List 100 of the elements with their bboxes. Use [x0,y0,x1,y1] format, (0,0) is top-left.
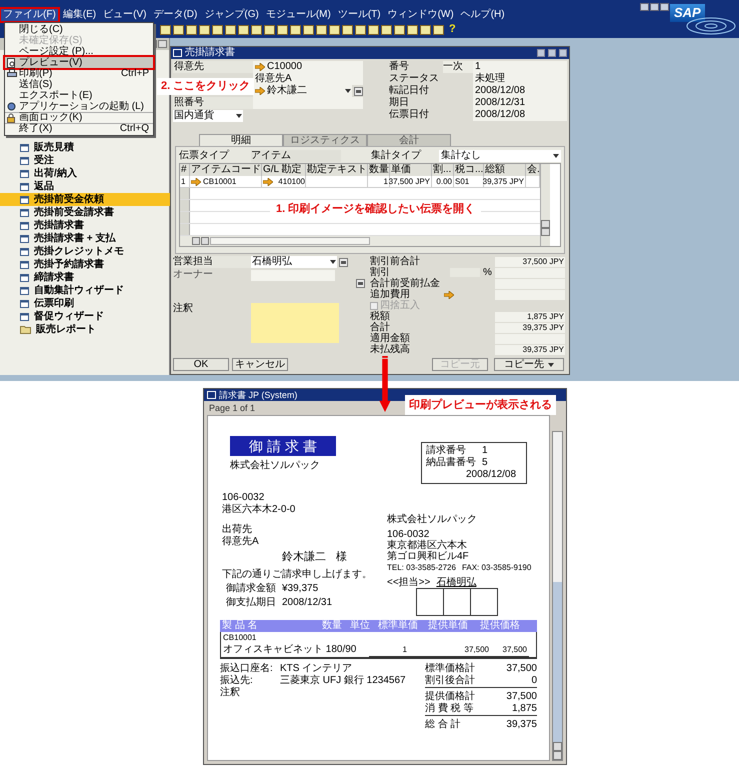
column-header[interactable]: # [180,164,190,176]
sidebar-item[interactable]: 返品 [0,180,170,193]
menu-item[interactable]: 編集(E) [60,9,98,21]
column-header[interactable]: アイテムコード [190,164,262,176]
sidebar-item[interactable]: 売掛前受金請求書 [0,206,170,219]
scroll-thumb[interactable] [210,237,370,245]
toolbar-icon[interactable] [160,24,171,34]
menu-item[interactable]: モジュール(M) [264,9,333,21]
sidebar-item[interactable]: 売掛予約請求書 [0,258,170,271]
column-header[interactable]: 総額 [484,164,526,176]
toolbar-icon[interactable] [420,24,431,34]
owner-field[interactable] [251,270,335,280]
input-field[interactable]: 鈴木謙二 [253,85,352,97]
toolbar-icon[interactable] [277,24,288,34]
toolbar-icon[interactable] [173,24,184,34]
help-button[interactable]: ? [446,24,459,35]
summary-dropdown[interactable]: 集計なし [439,150,561,162]
toolbar-icon[interactable] [199,24,210,34]
tab[interactable]: 明細 [199,134,283,146]
input-field[interactable]: 2008/12/08 [473,85,567,97]
menu-item[interactable]: ファイル(F) [1,9,58,21]
lookup-icon[interactable] [339,258,348,266]
menu-entry[interactable]: 印刷(P) Ctrl+P [5,68,153,79]
menu-item[interactable]: ヘルプ(H) [458,9,507,21]
input-field[interactable]: 2008/12/31 [473,97,567,109]
menu-item[interactable]: ウィンドウ(W) [386,9,456,21]
toolbar-icon[interactable] [394,24,405,34]
input-field[interactable]: 1 [473,61,567,73]
sidebar-item[interactable]: 売掛クレジットメモ [0,245,170,258]
toolbar-icon[interactable] [342,24,353,34]
input-field[interactable]: 未処理 [473,73,567,85]
menu-entry[interactable]: 画面ロック(K) [5,112,153,123]
scroll-thumb[interactable] [553,582,562,742]
menu-entry[interactable]: エクスポート(E) [5,90,153,101]
button[interactable]: キャンセル [232,358,288,371]
input-field[interactable]: 得意先A [253,73,363,85]
toolbar-icon[interactable] [368,24,379,34]
input-field[interactable]: 2008/12/08 [473,109,567,121]
menu-entry[interactable]: ページ設定 (P)... [5,46,153,57]
scroll-down-icon[interactable] [553,751,562,760]
toolbar-icon[interactable] [264,24,275,34]
remarks-field[interactable] [251,303,339,343]
toolbar-icon[interactable] [433,24,444,34]
more-button-icon[interactable] [356,279,365,288]
sidebar-item[interactable]: 締請求書 [0,271,170,284]
toolbar-icon[interactable] [316,24,327,34]
column-header[interactable]: 単価 [390,164,432,176]
scroll-right-icon[interactable] [201,237,209,245]
menu-item[interactable]: データ(D) [151,9,200,21]
sidebar-item[interactable]: 売掛請求書 [0,219,170,232]
tab[interactable]: ロジスティクス [283,134,367,146]
link-arrow-icon[interactable] [444,290,454,298]
column-header[interactable]: 数量 [368,164,390,176]
button[interactable]: OK [173,358,229,371]
scroll-left-icon[interactable] [192,237,200,245]
sidebar-item[interactable]: 売掛請求書 + 支払 [0,232,170,245]
menu-item[interactable]: ジャンプ(G) [202,9,261,21]
toolbar-icon[interactable] [381,24,392,34]
column-header[interactable]: 割... [432,164,454,176]
sidebar-item[interactable]: 販売見積 [0,141,170,154]
toolbar-icon[interactable] [303,24,314,34]
sidebar-item[interactable]: 出荷/納入 [0,167,170,180]
menu-item[interactable]: ビュー(V) [101,9,148,21]
column-header[interactable]: 税コ... [454,164,484,176]
toolbar-icon[interactable] [238,24,249,34]
input-field[interactable]: アイテム [251,150,341,162]
menu-entry[interactable]: アプリケーションの起動 (L) [5,101,153,112]
sidebar-item[interactable]: 受注 [0,154,170,167]
sidebar-item[interactable]: 自動集計ウィザード [0,284,170,297]
toolbar-icon[interactable] [407,24,418,34]
toolbar-icon[interactable] [355,24,366,34]
sidebar-item[interactable]: 売掛前受金依頼 [0,193,170,206]
menu-entry[interactable]: 閉じる(C) [5,24,153,35]
window-control-icon[interactable] [158,40,167,48]
tab[interactable]: 会計 [367,134,451,146]
toolbar-icon[interactable] [329,24,340,34]
sidebar-item[interactable]: 販売レポート [0,323,170,336]
series-field[interactable]: 一次 [443,61,473,73]
menu-entry[interactable]: プレビュー(V) [5,57,153,68]
scroll-up-icon[interactable] [553,742,562,751]
scroll-up-icon[interactable] [541,220,550,228]
column-header[interactable]: 勘定テキスト [306,164,368,176]
toolbar-icon[interactable] [212,24,223,34]
currency-dropdown[interactable]: 国内通貨 [173,110,243,122]
toolbar-icon[interactable] [251,24,262,34]
button[interactable]: コピー先 [494,358,564,371]
menu-entry[interactable]: 送信(S) [5,79,153,90]
menu-entry[interactable]: 終了(X) Ctrl+Q [5,123,153,134]
lookup-icon[interactable] [354,86,363,96]
vertical-scrollbar[interactable] [552,431,563,761]
sales-rep-dropdown[interactable]: 石橋明弘 [251,256,337,268]
sidebar-item[interactable]: 伝票印刷 [0,297,170,310]
sidebar-item[interactable]: 督促ウィザード [0,310,170,323]
toolbar-icon[interactable] [290,24,301,34]
horizontal-scrollbar[interactable] [180,236,540,246]
vertical-scrollbar[interactable] [540,164,550,246]
scroll-down-icon[interactable] [541,228,550,236]
toolbar-icon[interactable] [186,24,197,34]
input-field[interactable] [253,97,363,109]
column-header[interactable]: G/L 勘定 [262,164,306,176]
